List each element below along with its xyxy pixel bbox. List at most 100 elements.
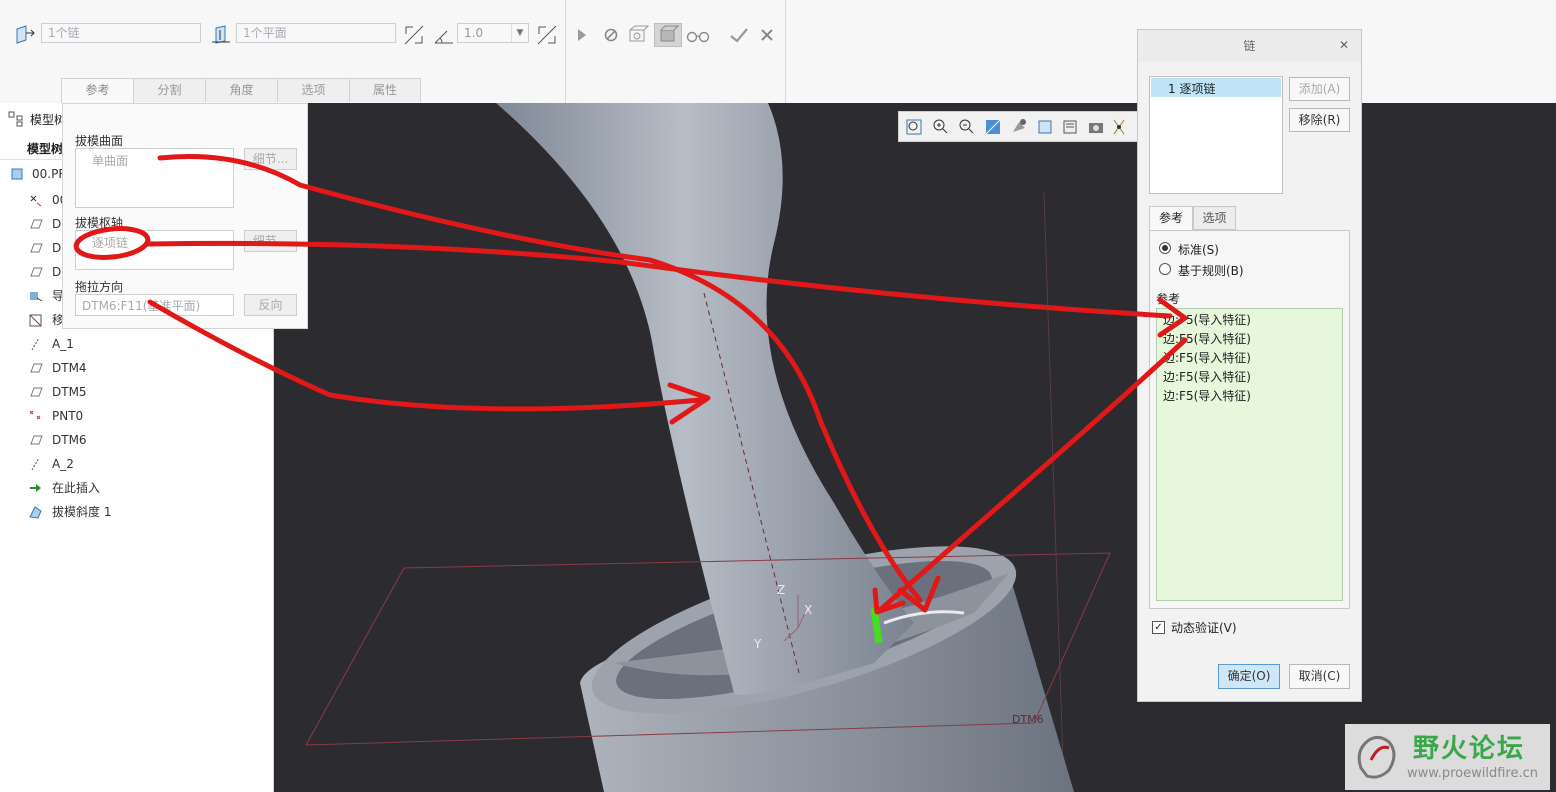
ref-item[interactable]: 边:F5(导入特征) [1163, 349, 1251, 366]
model-tree-icon[interactable] [8, 111, 24, 127]
tree-item-label: 拔模斜度 1 [52, 505, 112, 519]
zoom-out-icon [959, 119, 974, 134]
angle-icon [434, 30, 453, 44]
ref-item[interactable]: 边:F5(导入特征) [1163, 330, 1251, 347]
angle-value[interactable]: 1.0 ▼ [457, 23, 529, 43]
datum-plane-icon [30, 219, 43, 229]
remove-button[interactable]: 移除(R) [1289, 108, 1350, 132]
datum-display-icon [1113, 119, 1125, 135]
model-tree-header[interactable]: 模型树 [30, 111, 66, 128]
tab-properties[interactable]: 属性 [349, 78, 421, 102]
axis-icon [31, 457, 40, 471]
camera-icon [1089, 123, 1103, 133]
view-toolbar [898, 111, 1138, 142]
tab-options[interactable]: 选项 [277, 78, 350, 102]
watermark-logo-icon [1357, 735, 1396, 779]
dialog-title: 链 [1138, 30, 1361, 62]
chain-list[interactable]: 1 逐项链 [1149, 76, 1283, 194]
axis-z-label: Z [777, 583, 786, 597]
import-feature-icon [30, 292, 43, 302]
dynamic-verify-checkbox[interactable]: ✓ [1152, 621, 1165, 634]
tree-item-label: DTM6 [52, 433, 87, 447]
tree-item-label: PNT0 [52, 409, 84, 423]
flip-button[interactable]: 反向 [244, 294, 297, 316]
insert-here-arrow-icon [30, 484, 41, 492]
ref-item[interactable]: 边:F5(导入特征) [1163, 368, 1251, 385]
pause-icon[interactable] [603, 27, 619, 43]
display-style-icon [1038, 120, 1052, 134]
confirm-icon[interactable] [729, 26, 749, 44]
zoom-fit-icon [906, 119, 922, 135]
model-tree-sublabel: 模型树 [27, 142, 64, 156]
refs-list[interactable]: 边:F5(导入特征) 边:F5(导入特征) 边:F5(导入特征) 边:F5(导入特征)… [1156, 308, 1343, 601]
cancel-icon[interactable] [760, 28, 774, 42]
radio-standard-label: 标准(S) [1178, 243, 1219, 257]
zoom-in-icon [933, 119, 948, 134]
datum-plane-icon [30, 267, 43, 277]
datum-point-icon [29, 410, 41, 420]
tab-dialog-references[interactable]: 参考 [1149, 206, 1193, 231]
close-icon[interactable]: ✕ [1337, 38, 1351, 52]
watermark-url: www.proewildfire.cn [1407, 766, 1538, 781]
tree-item-label: A_1 [52, 337, 74, 351]
datum-plane-icon [30, 363, 43, 373]
draft-hinge-label: 拔模枢轴 [75, 216, 124, 230]
tab-dialog-options[interactable]: 选项 [1193, 206, 1236, 230]
axis-y-label: Y [754, 637, 762, 651]
radio-rule-based[interactable] [1159, 263, 1171, 275]
draft-surface-collector[interactable]: 单曲面 [75, 148, 234, 208]
pull-direction-value: DTM6:F11(基准平面) [82, 299, 201, 313]
draft-surface-icon[interactable] [14, 24, 36, 46]
tab-angle[interactable]: 角度 [205, 78, 278, 102]
flip-direction-icon[interactable] [536, 24, 558, 46]
tree-item-label: D [52, 217, 62, 231]
glasses-icon[interactable] [686, 26, 710, 44]
draft-feature-icon [29, 506, 42, 519]
sketch-icon [29, 314, 42, 327]
ref-item[interactable]: 边:F5(导入特征) [1163, 311, 1251, 328]
repaint-icon [985, 119, 1001, 135]
ok-button[interactable]: 确定(O) [1218, 664, 1280, 689]
add-button[interactable]: 添加(A) [1289, 77, 1350, 101]
draft-hinge-value: 逐项链 [92, 236, 129, 250]
pull-direction-label: 拖拉方向 [75, 280, 124, 294]
tree-item-label: DTM4 [52, 361, 87, 375]
chain-item-label: 1 逐项链 [1168, 82, 1216, 96]
graphics-viewport[interactable]: Z X Y DTM6 [274, 103, 1556, 792]
plane-label: DTM6 [1012, 713, 1044, 726]
detail-button-2[interactable]: 细节... [244, 230, 297, 252]
chevron-down-icon[interactable]: ▼ [511, 24, 528, 42]
dynamic-verify-label: 动态验证(V) [1171, 621, 1237, 635]
saved-views-icon [1063, 120, 1077, 134]
ribbon-separator [565, 0, 566, 103]
coordinate-system-icon [30, 195, 42, 207]
play-icon[interactable] [574, 27, 590, 43]
ribbon-separator [785, 0, 786, 103]
cancel-button[interactable]: 取消(C) [1289, 664, 1350, 689]
tree-item-label: D [52, 241, 62, 255]
pivot-plane-icon[interactable] [210, 24, 232, 46]
tab-references[interactable]: 参考 [61, 78, 134, 104]
radio-dot [1162, 245, 1168, 251]
watermark: 野火论坛 www.proewildfire.cn [1345, 724, 1550, 790]
ref-item[interactable]: 边:F5(导入特征) [1163, 387, 1251, 404]
flip-angle-icon[interactable] [403, 24, 425, 46]
draft-hinge-collector[interactable]: 逐项链 [75, 230, 234, 270]
chain-list-item[interactable]: 1 逐项链 [1151, 78, 1281, 97]
draft-surface-value: 单曲面 [92, 154, 129, 168]
tree-item-label: A_2 [52, 457, 74, 471]
refs-label: 参考 [1156, 292, 1181, 306]
preview-icon[interactable] [627, 25, 649, 45]
dialog-tab-content: 标准(S) 基于规则(B) 参考 边:F5(导入特征) 边:F5(导入特征) 边:F… [1149, 230, 1350, 609]
radio-standard[interactable] [1159, 242, 1171, 254]
pull-direction-collector[interactable]: DTM6:F11(基准平面) [75, 294, 234, 316]
tab-split[interactable]: 分割 [133, 78, 206, 102]
tree-item-label: D [52, 265, 62, 279]
plane-field[interactable]: 1个平面 [236, 23, 396, 43]
radio-rule-label: 基于规则(B) [1178, 264, 1244, 278]
axis-x-label: X [804, 603, 813, 617]
chain-field[interactable]: 1个链 [41, 23, 201, 43]
detail-button-1[interactable]: 细节... [244, 148, 297, 170]
datum-plane-icon [30, 387, 43, 397]
verify-icon[interactable] [654, 23, 682, 47]
